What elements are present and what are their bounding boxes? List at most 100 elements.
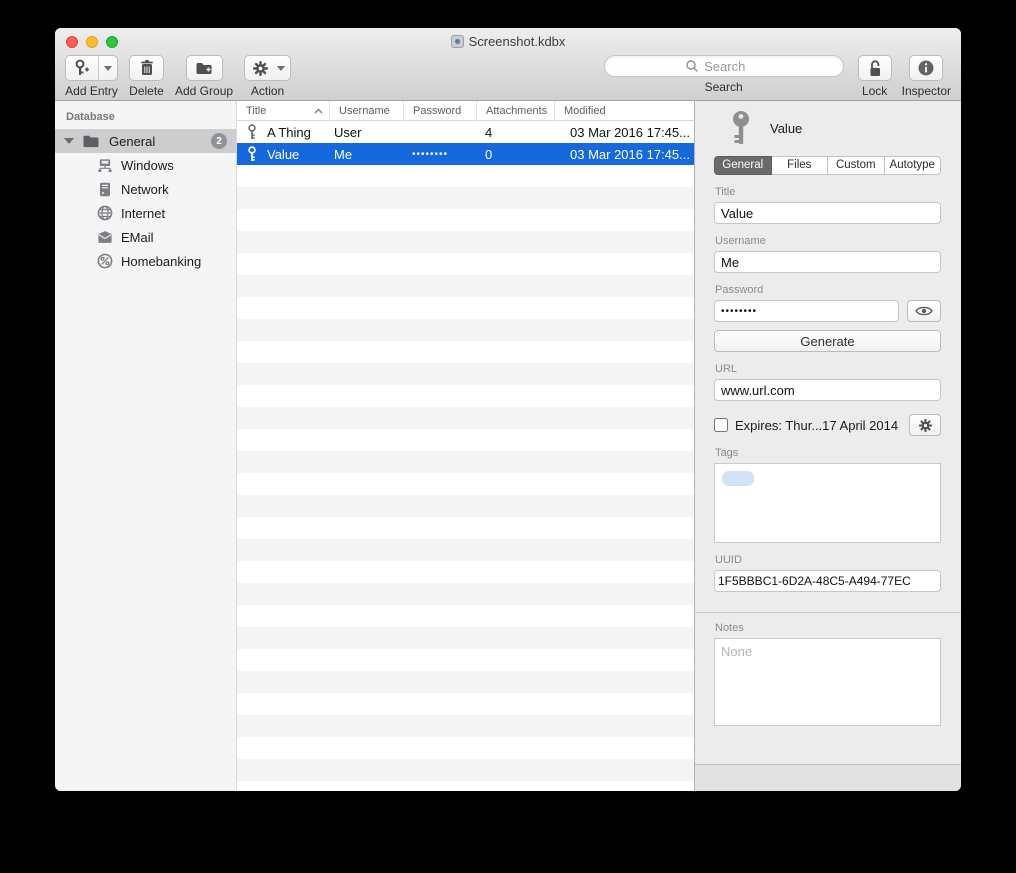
cell-attachments: 0 [485, 143, 553, 165]
tags-label: Tags [715, 447, 941, 459]
tab-autotype[interactable]: Autotype [885, 156, 942, 175]
gear-icon [252, 60, 269, 77]
email-icon [97, 229, 113, 245]
expires-settings-button[interactable] [909, 414, 941, 436]
cell-modified: 03 Mar 2016 17:45... [570, 143, 692, 165]
title-field[interactable] [714, 202, 941, 224]
key-icon [729, 110, 753, 146]
expires-row: Expires: Thur...17 April 2014 [714, 414, 941, 436]
key-plus-icon [73, 59, 91, 77]
cell-username: User [334, 121, 402, 143]
sidebar-item-label: Homebanking [121, 254, 201, 269]
sidebar-item-label: General [109, 134, 155, 149]
reveal-password-button[interactable] [907, 300, 941, 322]
action-group: Action [244, 55, 291, 98]
tab-custom[interactable]: Custom [828, 156, 885, 175]
toolbar: Add Entry Delete [65, 55, 951, 99]
folder-plus-icon [195, 60, 213, 76]
tags-box[interactable] [714, 463, 941, 543]
table-row-selected[interactable]: Value Me •••••••• 0 03 Mar 2016 17:45... [237, 143, 694, 165]
window-title-text: Screenshot.kdbx [469, 34, 566, 49]
info-icon [917, 59, 935, 77]
action-button[interactable] [244, 55, 291, 81]
tag-pill[interactable] [722, 471, 754, 486]
column-header-attachments[interactable]: Attachments [477, 101, 555, 121]
cell-attachments: 4 [485, 121, 553, 143]
inspector-tabs: General Files Custom Autotype [714, 156, 941, 175]
add-group-button[interactable] [186, 55, 223, 81]
sidebar-item-label: Internet [121, 206, 165, 221]
username-field-label: Username [715, 235, 941, 247]
lock-open-icon [866, 59, 884, 78]
uuid-field[interactable] [714, 570, 941, 592]
add-entry-main-segment[interactable] [66, 56, 98, 80]
title-field-label: Title [715, 186, 941, 198]
divider [695, 612, 961, 613]
entry-table: Title Username Password Attachments Modi… [237, 101, 695, 791]
lock-button[interactable] [858, 55, 892, 81]
search-icon [685, 59, 699, 73]
table-header: Title Username Password Attachments Modi… [237, 101, 694, 121]
lock-group: Lock [858, 55, 892, 98]
sidebar-item-homebanking[interactable]: Homebanking [55, 249, 236, 273]
tab-general[interactable]: General [714, 156, 772, 175]
windows-icon [97, 157, 113, 173]
add-group-group: Add Group [175, 55, 233, 98]
entry-header: Value [714, 103, 941, 153]
document-proxy-icon [451, 35, 464, 48]
column-header-modified[interactable]: Modified [555, 101, 695, 121]
sidebar-item-network[interactable]: Network [55, 177, 236, 201]
network-icon [97, 181, 113, 197]
notes-field[interactable] [714, 638, 941, 726]
table-row[interactable]: A Thing User 4 03 Mar 2016 17:45... [237, 121, 694, 143]
chevron-down-icon [277, 66, 285, 71]
sidebar-item-internet[interactable]: Internet [55, 201, 236, 225]
cell-password [412, 121, 475, 143]
add-entry-button[interactable] [65, 55, 118, 81]
add-entry-dropdown-segment[interactable] [98, 56, 117, 80]
search-field[interactable] [604, 55, 844, 77]
homebanking-icon [97, 253, 113, 269]
expires-checkbox[interactable] [714, 418, 728, 432]
search-input[interactable] [702, 58, 762, 75]
expires-label: Expires: Thur...17 April 2014 [735, 418, 909, 433]
sidebar-item-general[interactable]: General 2 [55, 129, 236, 153]
titlebar-toolbar: Screenshot.kdbx [55, 28, 961, 101]
inspector-content: Value General Files Custom Autotype Titl… [695, 101, 961, 764]
column-header-password[interactable]: Password [404, 101, 477, 121]
generate-button[interactable]: Generate [714, 330, 941, 352]
password-field[interactable] [714, 300, 899, 322]
table-body[interactable]: A Thing User 4 03 Mar 2016 17:45... Valu… [237, 121, 694, 791]
cell-title: Value [267, 143, 329, 165]
chevron-down-icon [104, 66, 112, 71]
sidebar-item-label: Network [121, 182, 169, 197]
inspector-button[interactable] [909, 55, 943, 81]
entry-count-badge: 2 [211, 133, 227, 149]
delete-group: Delete [129, 55, 164, 98]
app-window: Screenshot.kdbx [55, 28, 961, 791]
add-entry-group: Add Entry [65, 55, 118, 98]
action-main-segment[interactable] [245, 56, 272, 80]
username-field[interactable] [714, 251, 941, 273]
sidebar-section-header: Database [55, 101, 236, 129]
sidebar-item-email[interactable]: EMail [55, 225, 236, 249]
inspector-group: Inspector [902, 55, 951, 98]
search-group: Search [604, 55, 844, 94]
tab-files[interactable]: Files [772, 156, 829, 175]
column-header-username[interactable]: Username [330, 101, 404, 121]
inspector-panel: Value General Files Custom Autotype Titl… [695, 101, 961, 791]
key-icon [246, 146, 258, 162]
url-field[interactable] [714, 379, 941, 401]
sidebar-item-label: EMail [121, 230, 154, 245]
action-dropdown-segment[interactable] [272, 56, 290, 80]
sidebar-item-windows[interactable]: Windows [55, 153, 236, 177]
add-group-label: Add Group [175, 84, 233, 98]
sidebar-item-label: Windows [121, 158, 174, 173]
column-header-title[interactable]: Title [237, 101, 330, 121]
entry-title: Value [770, 121, 802, 136]
cell-username: Me [334, 143, 402, 165]
disclosure-triangle-icon[interactable] [64, 138, 74, 144]
cell-modified: 03 Mar 2016 17:45... [570, 121, 692, 143]
password-row [714, 300, 941, 322]
delete-button[interactable] [129, 55, 164, 81]
